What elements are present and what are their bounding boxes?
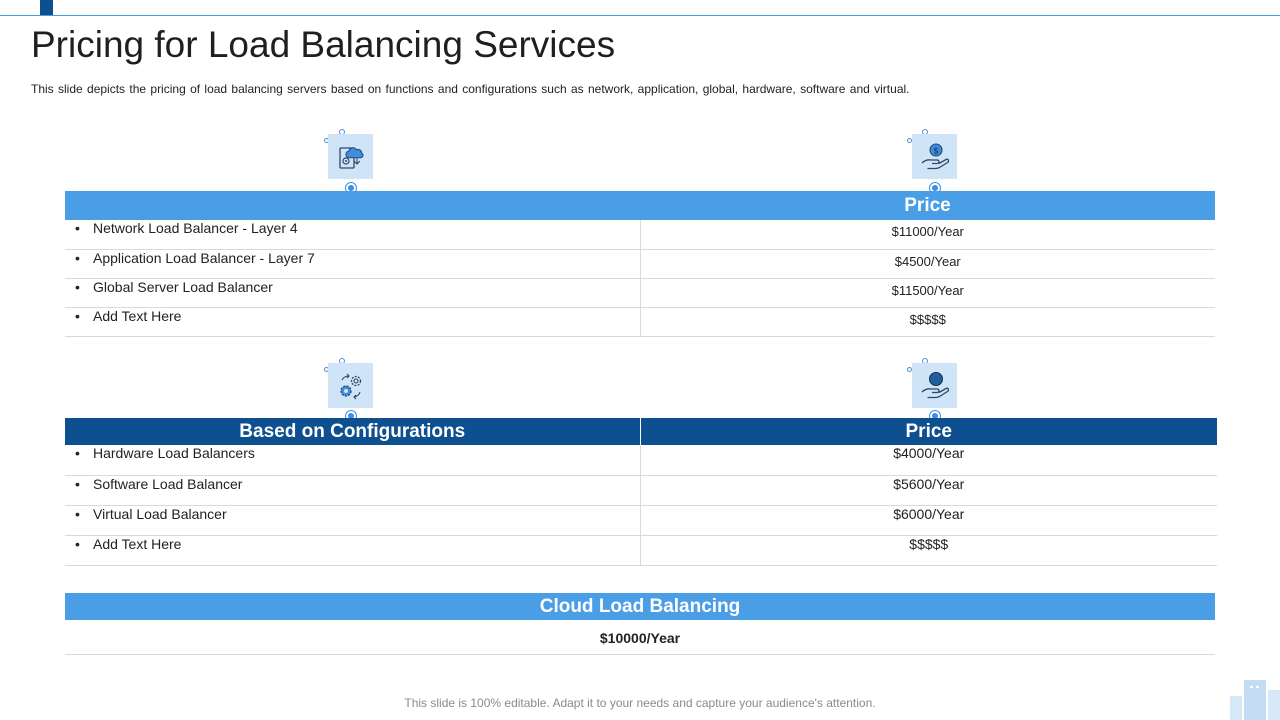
bullet: • xyxy=(75,445,80,461)
config-price-header: Price xyxy=(640,418,1217,445)
table-row: • Application Load Balancer - Layer 7 $45… xyxy=(65,249,1215,279)
row-price: $4500/Year xyxy=(640,249,1215,279)
functions-price-header: Price xyxy=(640,191,1215,220)
table-row: • Network Load Balancer - Layer 4 $11000/… xyxy=(65,220,1215,250)
table-row: • Hardware Load Balancers $4000/Year xyxy=(65,445,1217,476)
bullet: • xyxy=(75,307,80,324)
slide-subtitle: This slide depicts the pricing of load b… xyxy=(31,82,910,96)
gears-icon xyxy=(328,363,373,408)
row-label: Hardware Load Balancers xyxy=(93,445,255,461)
svg-text:$: $ xyxy=(933,146,939,156)
top-divider-line xyxy=(0,15,1280,16)
bullet: • xyxy=(75,505,80,522)
row-label: Network Load Balancer - Layer 4 xyxy=(93,220,298,236)
top-accent-tab xyxy=(40,0,53,15)
bullet: • xyxy=(75,535,80,552)
config-header: Based on Configurations xyxy=(65,418,641,445)
cloud-server-icon xyxy=(328,134,373,179)
row-label: Application Load Balancer - Layer 7 xyxy=(93,249,315,266)
table-header-row: Based on Configurations Price xyxy=(65,418,1217,445)
table-row: • Software Load Balancer $5600/Year xyxy=(65,475,1217,506)
table-row: • Virtual Load Balancer $6000/Year xyxy=(65,505,1217,536)
row-label: Add Text Here xyxy=(93,307,182,324)
table-header-row: Price xyxy=(65,191,1215,220)
row-label: Virtual Load Balancer xyxy=(93,505,227,522)
table-row: • Add Text Here $$$$$ xyxy=(65,535,1217,566)
table-row: • Global Server Load Balancer $11500/Year xyxy=(65,278,1215,308)
config-pricing-table: Based on Configurations Price • Hardware … xyxy=(65,418,1217,566)
table-row: • Add Text Here $$$$$ xyxy=(65,307,1215,337)
row-price: $5600/Year xyxy=(640,475,1217,506)
slide-title: Pricing for Load Balancing Services xyxy=(31,24,616,65)
row-label: Global Server Load Balancer xyxy=(93,278,273,295)
bullet: • xyxy=(75,278,80,295)
functions-header xyxy=(65,191,640,220)
row-label: Add Text Here xyxy=(93,535,182,552)
row-price: $11500/Year xyxy=(640,278,1215,308)
row-label: Software Load Balancer xyxy=(93,475,243,492)
footer-note: This slide is 100% editable. Adapt it to… xyxy=(404,696,876,710)
hand-coin-icon xyxy=(912,363,957,408)
row-price: $$$$$ xyxy=(640,307,1215,337)
row-price: $4000/Year xyxy=(640,445,1217,476)
cloud-header: Cloud Load Balancing xyxy=(65,593,1215,620)
row-price: $11000/Year xyxy=(640,220,1215,250)
hand-dollar-coin-icon: $ xyxy=(912,134,957,179)
buildings-decoration-icon xyxy=(1230,680,1280,720)
bullet: • xyxy=(75,249,80,266)
cloud-price: $10000/Year xyxy=(65,620,1215,655)
functions-pricing-table: Price • Network Load Balancer - Layer 4 $… xyxy=(65,191,1215,337)
row-price: $6000/Year xyxy=(640,505,1217,536)
row-price: $$$$$ xyxy=(640,535,1217,566)
bullet: • xyxy=(75,220,80,236)
bullet: • xyxy=(75,475,80,492)
